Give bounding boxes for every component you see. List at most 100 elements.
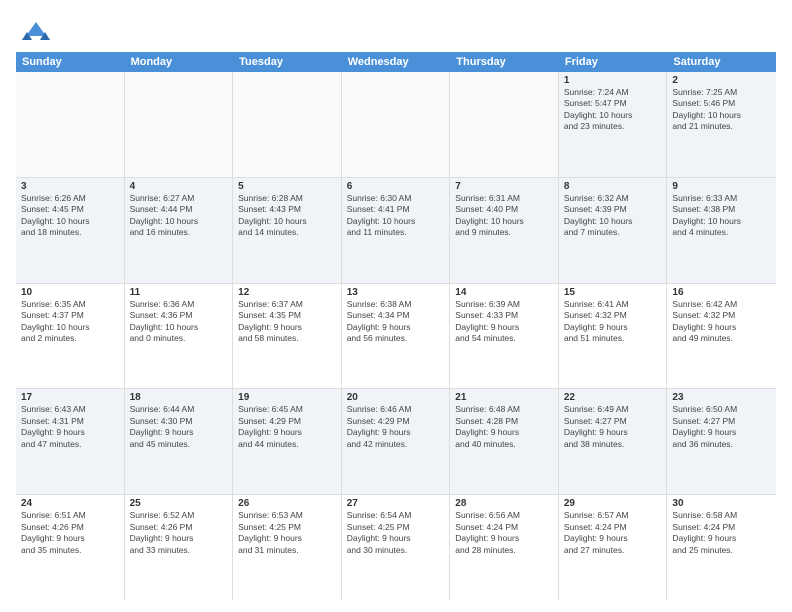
day-info: Sunrise: 6:38 AM Sunset: 4:34 PM Dayligh…: [347, 299, 445, 345]
day-info: Sunrise: 6:42 AM Sunset: 4:32 PM Dayligh…: [672, 299, 771, 345]
logo: [16, 12, 50, 44]
calendar-week-5: 24Sunrise: 6:51 AM Sunset: 4:26 PM Dayli…: [16, 495, 776, 600]
day-info: Sunrise: 6:52 AM Sunset: 4:26 PM Dayligh…: [130, 510, 228, 556]
day-info: Sunrise: 6:46 AM Sunset: 4:29 PM Dayligh…: [347, 404, 445, 450]
empty-cell: [125, 72, 234, 177]
day-number: 10: [21, 287, 119, 298]
day-cell-11: 11Sunrise: 6:36 AM Sunset: 4:36 PM Dayli…: [125, 284, 234, 389]
day-cell-2: 2Sunrise: 7:25 AM Sunset: 5:46 PM Daylig…: [667, 72, 776, 177]
day-number: 15: [564, 287, 662, 298]
day-cell-16: 16Sunrise: 6:42 AM Sunset: 4:32 PM Dayli…: [667, 284, 776, 389]
day-number: 24: [21, 498, 119, 509]
day-cell-24: 24Sunrise: 6:51 AM Sunset: 4:26 PM Dayli…: [16, 495, 125, 600]
day-number: 6: [347, 181, 445, 192]
day-number: 14: [455, 287, 553, 298]
day-cell-6: 6Sunrise: 6:30 AM Sunset: 4:41 PM Daylig…: [342, 178, 451, 283]
day-info: Sunrise: 6:58 AM Sunset: 4:24 PM Dayligh…: [672, 510, 771, 556]
day-number: 11: [130, 287, 228, 298]
day-info: Sunrise: 6:35 AM Sunset: 4:37 PM Dayligh…: [21, 299, 119, 345]
header-day-thursday: Thursday: [450, 52, 559, 72]
calendar-week-4: 17Sunrise: 6:43 AM Sunset: 4:31 PM Dayli…: [16, 389, 776, 495]
day-cell-17: 17Sunrise: 6:43 AM Sunset: 4:31 PM Dayli…: [16, 389, 125, 494]
day-info: Sunrise: 6:26 AM Sunset: 4:45 PM Dayligh…: [21, 193, 119, 239]
day-info: Sunrise: 6:31 AM Sunset: 4:40 PM Dayligh…: [455, 193, 553, 239]
day-number: 5: [238, 181, 336, 192]
day-number: 21: [455, 392, 553, 403]
day-info: Sunrise: 6:53 AM Sunset: 4:25 PM Dayligh…: [238, 510, 336, 556]
day-number: 20: [347, 392, 445, 403]
day-number: 26: [238, 498, 336, 509]
day-info: Sunrise: 6:33 AM Sunset: 4:38 PM Dayligh…: [672, 193, 771, 239]
day-info: Sunrise: 6:45 AM Sunset: 4:29 PM Dayligh…: [238, 404, 336, 450]
day-number: 23: [672, 392, 771, 403]
day-number: 8: [564, 181, 662, 192]
day-info: Sunrise: 7:25 AM Sunset: 5:46 PM Dayligh…: [672, 87, 771, 133]
day-info: Sunrise: 6:27 AM Sunset: 4:44 PM Dayligh…: [130, 193, 228, 239]
day-number: 30: [672, 498, 771, 509]
day-number: 22: [564, 392, 662, 403]
day-info: Sunrise: 6:51 AM Sunset: 4:26 PM Dayligh…: [21, 510, 119, 556]
day-cell-8: 8Sunrise: 6:32 AM Sunset: 4:39 PM Daylig…: [559, 178, 668, 283]
day-info: Sunrise: 7:24 AM Sunset: 5:47 PM Dayligh…: [564, 87, 662, 133]
header-day-monday: Monday: [125, 52, 234, 72]
day-cell-15: 15Sunrise: 6:41 AM Sunset: 4:32 PM Dayli…: [559, 284, 668, 389]
day-number: 16: [672, 287, 771, 298]
day-number: 25: [130, 498, 228, 509]
day-cell-12: 12Sunrise: 6:37 AM Sunset: 4:35 PM Dayli…: [233, 284, 342, 389]
empty-cell: [342, 72, 451, 177]
day-info: Sunrise: 6:50 AM Sunset: 4:27 PM Dayligh…: [672, 404, 771, 450]
header: [16, 12, 776, 44]
header-day-saturday: Saturday: [667, 52, 776, 72]
day-info: Sunrise: 6:39 AM Sunset: 4:33 PM Dayligh…: [455, 299, 553, 345]
day-cell-18: 18Sunrise: 6:44 AM Sunset: 4:30 PM Dayli…: [125, 389, 234, 494]
day-cell-28: 28Sunrise: 6:56 AM Sunset: 4:24 PM Dayli…: [450, 495, 559, 600]
day-cell-3: 3Sunrise: 6:26 AM Sunset: 4:45 PM Daylig…: [16, 178, 125, 283]
day-info: Sunrise: 6:37 AM Sunset: 4:35 PM Dayligh…: [238, 299, 336, 345]
day-cell-20: 20Sunrise: 6:46 AM Sunset: 4:29 PM Dayli…: [342, 389, 451, 494]
empty-cell: [233, 72, 342, 177]
calendar: SundayMondayTuesdayWednesdayThursdayFrid…: [16, 52, 776, 600]
day-cell-4: 4Sunrise: 6:27 AM Sunset: 4:44 PM Daylig…: [125, 178, 234, 283]
day-number: 17: [21, 392, 119, 403]
day-info: Sunrise: 6:28 AM Sunset: 4:43 PM Dayligh…: [238, 193, 336, 239]
header-day-friday: Friday: [559, 52, 668, 72]
calendar-week-2: 3Sunrise: 6:26 AM Sunset: 4:45 PM Daylig…: [16, 178, 776, 284]
day-info: Sunrise: 6:44 AM Sunset: 4:30 PM Dayligh…: [130, 404, 228, 450]
day-cell-19: 19Sunrise: 6:45 AM Sunset: 4:29 PM Dayli…: [233, 389, 342, 494]
day-cell-7: 7Sunrise: 6:31 AM Sunset: 4:40 PM Daylig…: [450, 178, 559, 283]
day-info: Sunrise: 6:54 AM Sunset: 4:25 PM Dayligh…: [347, 510, 445, 556]
day-number: 4: [130, 181, 228, 192]
header-day-wednesday: Wednesday: [342, 52, 451, 72]
day-cell-21: 21Sunrise: 6:48 AM Sunset: 4:28 PM Dayli…: [450, 389, 559, 494]
empty-cell: [450, 72, 559, 177]
day-number: 27: [347, 498, 445, 509]
calendar-week-1: 1Sunrise: 7:24 AM Sunset: 5:47 PM Daylig…: [16, 72, 776, 178]
day-cell-13: 13Sunrise: 6:38 AM Sunset: 4:34 PM Dayli…: [342, 284, 451, 389]
calendar-week-3: 10Sunrise: 6:35 AM Sunset: 4:37 PM Dayli…: [16, 284, 776, 390]
day-number: 29: [564, 498, 662, 509]
day-info: Sunrise: 6:43 AM Sunset: 4:31 PM Dayligh…: [21, 404, 119, 450]
day-cell-27: 27Sunrise: 6:54 AM Sunset: 4:25 PM Dayli…: [342, 495, 451, 600]
day-cell-30: 30Sunrise: 6:58 AM Sunset: 4:24 PM Dayli…: [667, 495, 776, 600]
header-day-tuesday: Tuesday: [233, 52, 342, 72]
day-info: Sunrise: 6:36 AM Sunset: 4:36 PM Dayligh…: [130, 299, 228, 345]
day-number: 12: [238, 287, 336, 298]
day-info: Sunrise: 6:32 AM Sunset: 4:39 PM Dayligh…: [564, 193, 662, 239]
day-number: 19: [238, 392, 336, 403]
day-number: 1: [564, 75, 662, 86]
day-cell-14: 14Sunrise: 6:39 AM Sunset: 4:33 PM Dayli…: [450, 284, 559, 389]
day-number: 9: [672, 181, 771, 192]
day-number: 18: [130, 392, 228, 403]
day-cell-26: 26Sunrise: 6:53 AM Sunset: 4:25 PM Dayli…: [233, 495, 342, 600]
calendar-body: 1Sunrise: 7:24 AM Sunset: 5:47 PM Daylig…: [16, 72, 776, 600]
page: SundayMondayTuesdayWednesdayThursdayFrid…: [0, 0, 792, 612]
day-number: 2: [672, 75, 771, 86]
day-number: 7: [455, 181, 553, 192]
day-info: Sunrise: 6:48 AM Sunset: 4:28 PM Dayligh…: [455, 404, 553, 450]
logo-icon: [22, 16, 50, 44]
day-info: Sunrise: 6:56 AM Sunset: 4:24 PM Dayligh…: [455, 510, 553, 556]
day-cell-9: 9Sunrise: 6:33 AM Sunset: 4:38 PM Daylig…: [667, 178, 776, 283]
empty-cell: [16, 72, 125, 177]
day-cell-25: 25Sunrise: 6:52 AM Sunset: 4:26 PM Dayli…: [125, 495, 234, 600]
header-day-sunday: Sunday: [16, 52, 125, 72]
